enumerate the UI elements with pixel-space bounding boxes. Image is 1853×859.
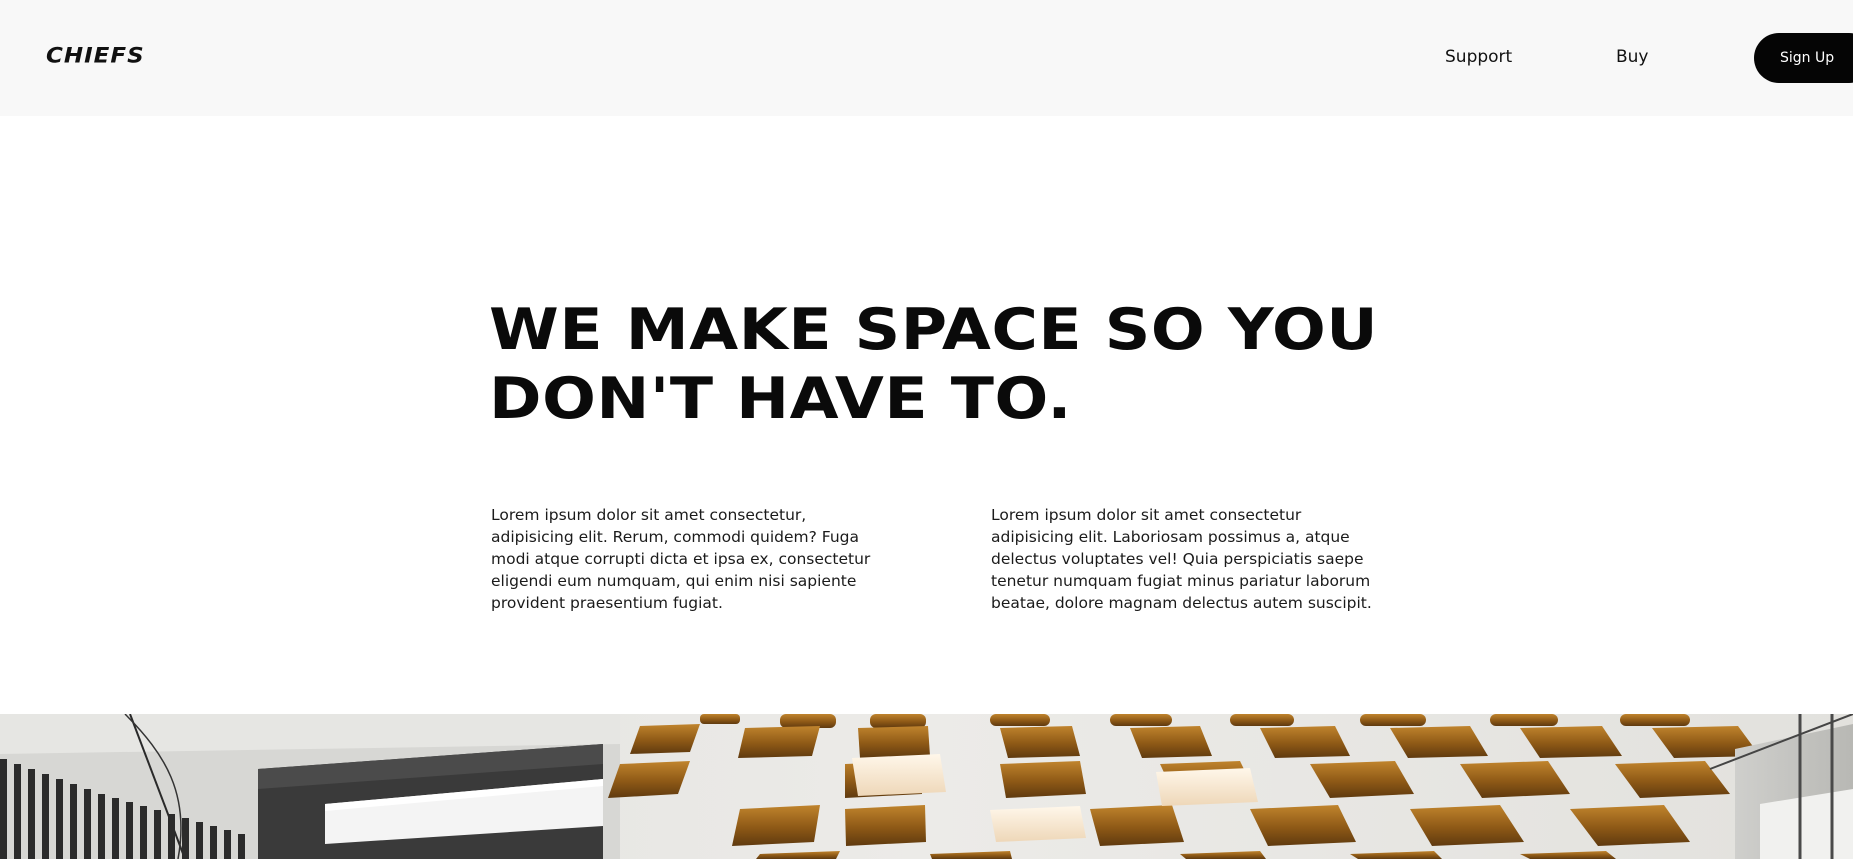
nav-buy-link[interactable]: Buy: [1616, 46, 1649, 68]
sign-up-button[interactable]: Sign Up: [1754, 33, 1853, 83]
left-wall-area: [0, 714, 620, 859]
hero-title-line-2: DON'T HAVE TO.: [489, 366, 1073, 432]
hero-paragraph-left: Lorem ipsum dolor sit amet consectetur, …: [491, 506, 871, 612]
hero-title-line-1: WE MAKE SPACE SO YOU: [489, 297, 1379, 363]
interior-photo: [0, 714, 1853, 859]
nav-support-link[interactable]: Support: [1445, 46, 1512, 68]
chiefs-logo[interactable]: CHIEFS: [46, 44, 145, 68]
site-header: CHIEFS Support Buy Sign Up: [0, 0, 1853, 116]
interior-ceiling-illustration: [0, 714, 1853, 859]
hero-paragraph-right: Lorem ipsum dolor sit amet consectetur a…: [991, 506, 1372, 612]
hero-title: WE MAKE SPACE SO YOU DON'T HAVE TO.: [489, 296, 1521, 434]
